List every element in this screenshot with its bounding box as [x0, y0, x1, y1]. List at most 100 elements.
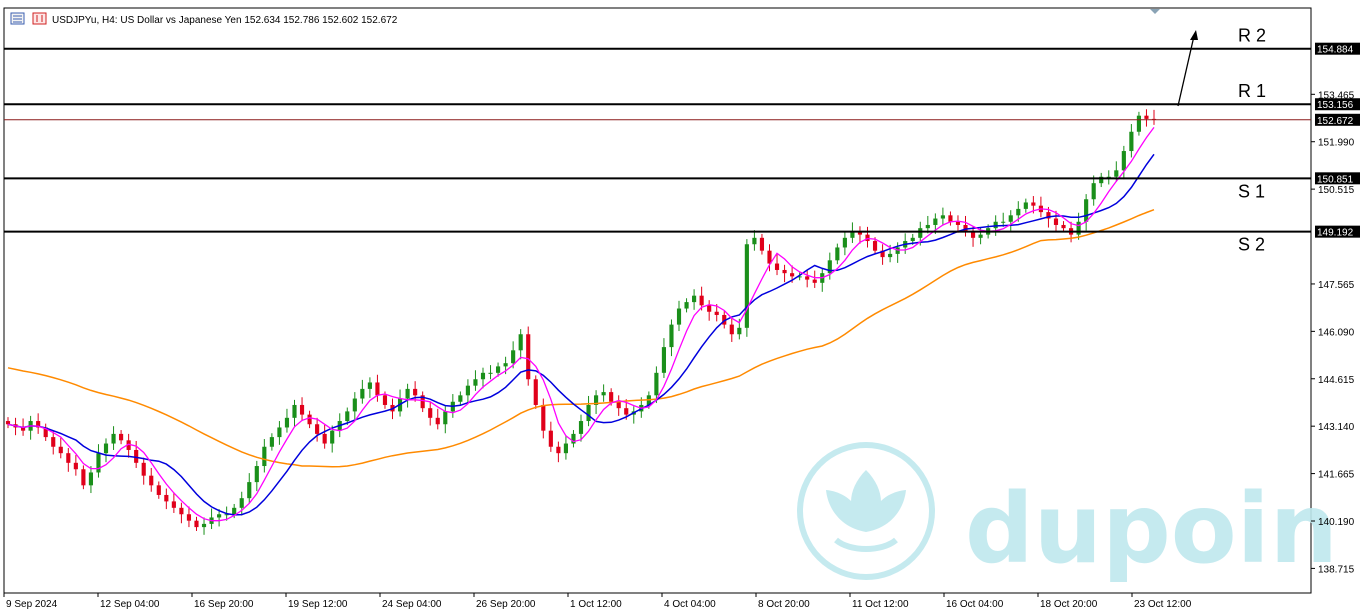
candle-body [360, 388, 365, 399]
x-tick-label: 18 Oct 20:00 [1040, 599, 1098, 609]
candle-body [239, 498, 244, 508]
candle-body [1031, 202, 1036, 206]
candle-body [503, 363, 508, 367]
candle-body [888, 253, 893, 258]
level-label: S 2 [1238, 235, 1265, 255]
x-tick-label: 9 Sep 2024 [6, 599, 58, 609]
candle-body [526, 334, 531, 380]
candle-body [654, 372, 659, 396]
candle-body [1136, 115, 1141, 132]
candle-body [1016, 208, 1021, 216]
candle-body [616, 401, 621, 409]
x-axis: 9 Sep 2024 12 Sep 04:00 16 Sep 20:00 19 Sep… [3, 593, 1192, 609]
current-price-tag: 152.672 [1315, 113, 1360, 127]
candle-body [164, 494, 169, 502]
candle-body [978, 234, 983, 238]
candle-body [1084, 199, 1089, 222]
watermark-text: dupoin [965, 473, 1338, 585]
candle-body [171, 501, 176, 508]
candle-body [194, 520, 199, 528]
candle-body [66, 453, 71, 463]
candle-body [352, 398, 357, 412]
candle-body [96, 453, 101, 473]
chart-window-icon [10, 12, 25, 25]
price-tag-value: 153.156 [1317, 100, 1354, 111]
candle-body [609, 392, 614, 402]
candle-body [277, 427, 282, 438]
x-tick-label: 26 Sep 20:00 [476, 599, 536, 609]
candle-body [1091, 183, 1096, 200]
y-tick-label: 141.665 [1318, 470, 1355, 481]
candle-body [217, 514, 222, 518]
candle [744, 239, 749, 337]
candle-body [495, 366, 501, 373]
candle-body [322, 433, 327, 444]
candle-body [413, 388, 418, 396]
candle-body [73, 462, 78, 470]
candle-body [578, 421, 584, 434]
chart: dupoin R 2 154.884 R 1 153.156 S 1 150.851 S 2… [0, 0, 1362, 609]
candle-body [910, 237, 915, 242]
candle-body [533, 379, 538, 405]
candle-body [918, 228, 923, 238]
candle-body [1121, 151, 1126, 171]
candle-body [895, 247, 900, 254]
x-tick-label: 19 Sep 12:00 [288, 599, 348, 609]
candle-body [865, 234, 870, 242]
candle-body [782, 269, 787, 274]
candle-body [707, 305, 712, 312]
candle-body [262, 446, 267, 467]
x-tick-label: 12 Sep 04:00 [100, 599, 160, 609]
candle-body [480, 372, 486, 380]
level-label: S 1 [1238, 181, 1265, 201]
candle-body [382, 395, 388, 405]
candle-body [835, 247, 840, 261]
y-tick-label: 151.990 [1318, 138, 1355, 149]
candle [526, 326, 531, 386]
y-tick-label: 138.715 [1318, 564, 1355, 575]
candle-body [1023, 202, 1028, 209]
candle-body [103, 443, 109, 454]
x-tick-label: 24 Sep 04:00 [382, 599, 442, 609]
chart-type-icon [32, 12, 47, 25]
candle-body [428, 408, 433, 418]
candle-body [405, 388, 410, 399]
price-tag: 154.884 [1315, 42, 1360, 56]
y-tick-label: 153.465 [1318, 90, 1355, 101]
candle-body [1076, 221, 1081, 235]
candle-body [179, 507, 184, 515]
chart-header: USDJPYu, H4: US Dollar vs Japanese Yen 1… [10, 12, 398, 26]
candle-body [744, 244, 749, 328]
candle-body [684, 302, 689, 309]
candle-body [752, 237, 757, 245]
candle-body [933, 218, 938, 225]
candle-body [247, 482, 252, 499]
candle-body [1114, 170, 1119, 177]
x-tick-label: 1 Oct 12:00 [570, 599, 622, 609]
x-tick-label: 23 Oct 12:00 [1134, 599, 1192, 609]
y-tick-label: 140.190 [1318, 517, 1355, 528]
candle-body [186, 514, 192, 521]
candle-body [518, 334, 523, 351]
candle-body [5, 421, 11, 425]
x-tick-label: 16 Sep 20:00 [194, 599, 254, 609]
candle-body [299, 404, 305, 415]
candle-body [556, 446, 561, 454]
candle-body [699, 295, 704, 306]
y-tick-label: 144.615 [1318, 375, 1355, 386]
candle-body [948, 215, 953, 222]
candle-body [149, 475, 154, 486]
candle-body [119, 433, 124, 441]
candle-body [729, 324, 734, 335]
candle-body [58, 446, 63, 454]
candle-body [676, 308, 682, 325]
candle-body [292, 404, 297, 418]
y-tick-label: 146.090 [1318, 327, 1355, 338]
candle-body [488, 372, 493, 374]
price-tag: 149.192 [1315, 225, 1360, 239]
candle-body [111, 433, 116, 444]
candle-body [458, 395, 463, 402]
x-tick-label: 4 Oct 04:00 [664, 599, 716, 609]
y-tick-label: 143.140 [1318, 422, 1355, 433]
candle-body [141, 462, 146, 476]
